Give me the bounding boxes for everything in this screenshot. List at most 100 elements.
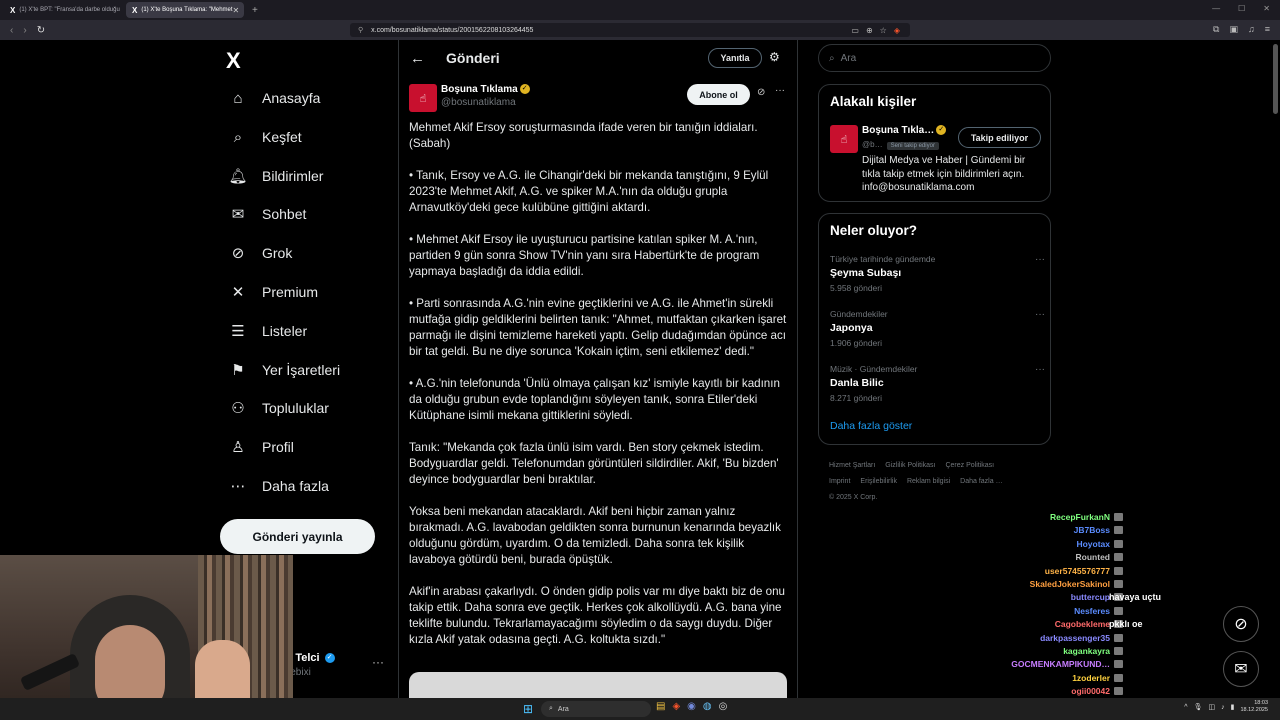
- footer-link[interactable]: © 2025 X Corp.: [829, 494, 877, 501]
- back-arrow-icon[interactable]: ←: [410, 50, 425, 67]
- account-more-icon[interactable]: ···: [372, 655, 384, 669]
- brave-shield-icon[interactable]: ◈: [894, 26, 900, 35]
- grok-icon[interactable]: ⊘: [757, 87, 765, 98]
- obs-icon[interactable]: ◎: [719, 701, 728, 712]
- post-button[interactable]: Gönderi yayınla: [220, 519, 375, 554]
- toolbar-right: ⧉ ▣ ♫ ≡: [1213, 24, 1270, 35]
- footer-link[interactable]: Erişilebilirlik: [860, 478, 897, 485]
- volume-icon[interactable]: ♪: [1221, 704, 1225, 711]
- brave-icon[interactable]: ◈: [672, 701, 680, 712]
- nav-item-grok[interactable]: ⊘ Grok: [228, 243, 293, 263]
- clock-date: 18.12.2025: [1240, 707, 1268, 713]
- network-icon[interactable]: ◫: [1208, 703, 1215, 711]
- nav-item-sohbet[interactable]: ✉ Sohbet: [228, 204, 307, 224]
- footer-link[interactable]: Daha fazla …: [960, 478, 1002, 485]
- browser-tab-active[interactable]: X (1) X'te Boşuna Tıklama: "Mehmet ✕: [126, 2, 244, 18]
- nav-item-profil[interactable]: ♙ Profil: [228, 437, 294, 457]
- clock[interactable]: 18:03 18.12.2025: [1240, 700, 1268, 714]
- address-bar[interactable]: ⚲ x.com/bosunatiklama/status/20015622081…: [350, 23, 910, 37]
- taskbar-apps: ▤ ◈ ◉ ◍ ◎: [656, 701, 727, 712]
- follows-you-badge: Seni takip ediyor: [886, 142, 939, 150]
- scrollbar[interactable]: [1273, 44, 1278, 114]
- nav-item-topluluklar[interactable]: ⚇ Topluluklar: [228, 398, 329, 418]
- search-icon: ⌕: [549, 705, 553, 712]
- reader-icon[interactable]: ▭: [851, 26, 859, 35]
- reload-icon[interactable]: ↻: [37, 25, 45, 36]
- x-logo-icon[interactable]: X: [226, 48, 241, 74]
- trend-item[interactable]: Türkiye tarihinde gündemde Şeyma Subaşı 5.…: [830, 254, 1045, 293]
- nav-item-label: Daha fazla: [262, 478, 329, 494]
- star-icon[interactable]: ☆: [880, 26, 887, 35]
- new-tab-icon[interactable]: +: [252, 5, 258, 16]
- nav-item-listeler[interactable]: ☰ Listeler: [228, 321, 307, 341]
- nav-item-daha-fazla[interactable]: ⋯ Daha fazla: [228, 476, 329, 496]
- chat-username: Cagobekleme: [1054, 619, 1110, 630]
- nav-item-keşfet[interactable]: ⌕ Keşfet: [228, 127, 302, 147]
- browser-tab[interactable]: X (1) X'te BPT: "Fransa'da darbe olduğu: [4, 2, 122, 18]
- extensions-icon[interactable]: ⧉: [1213, 24, 1219, 35]
- author-handle[interactable]: @bosunatiklama: [441, 97, 516, 108]
- more-icon[interactable]: ···: [1035, 309, 1045, 320]
- nav-item-label: Grok: [262, 245, 293, 261]
- search-input[interactable]: ⌕ Ara: [818, 44, 1051, 72]
- nav-item-yer-i̇şaretleri[interactable]: ⚑ Yer İşaretleri: [228, 360, 340, 380]
- mic-icon[interactable]: 🎙︎: [1194, 703, 1203, 711]
- avatar[interactable]: ☝: [830, 125, 858, 153]
- settings-sliders-icon[interactable]: ⚙: [769, 50, 780, 64]
- music-icon[interactable]: ♫: [1248, 24, 1255, 35]
- footer-link[interactable]: Imprint: [829, 478, 850, 485]
- footer-link[interactable]: Reklam bilgisi: [907, 478, 950, 485]
- post-paragraph: • A.G.'nin telefonunda 'Ünlü olmaya çalı…: [409, 377, 780, 422]
- show-more-link[interactable]: Daha fazla göster: [830, 420, 912, 432]
- browser-toolbar: ‹ › ↻ ⚲ x.com/bosunatiklama/status/20015…: [0, 20, 1280, 40]
- footer-link[interactable]: Çerez Politikası: [945, 462, 994, 469]
- list-icon: ☰: [231, 323, 245, 340]
- nav-item-premium[interactable]: ✕ Premium: [228, 282, 318, 302]
- close-window-icon[interactable]: ✕: [1263, 4, 1270, 13]
- more-icon[interactable]: ···: [1035, 254, 1045, 265]
- trend-category: Türkiye tarihinde gündemde: [830, 254, 936, 264]
- footer-link[interactable]: Hizmet Şartları: [829, 462, 875, 469]
- more-icon[interactable]: ···: [775, 85, 785, 96]
- battery-icon[interactable]: ▮: [1231, 703, 1235, 711]
- taskbar-search[interactable]: ⌕ Ara: [541, 701, 651, 717]
- site-info-icon[interactable]: ⚲: [358, 26, 363, 34]
- following-button[interactable]: Takip ediliyor: [958, 127, 1041, 148]
- grok-fab-icon[interactable]: ⊘: [1223, 606, 1259, 642]
- back-icon[interactable]: ‹: [10, 25, 13, 36]
- forward-icon[interactable]: ›: [23, 25, 26, 36]
- author-name[interactable]: Boşuna Tıklama ✓: [441, 84, 530, 95]
- minimize-icon[interactable]: —: [1212, 4, 1220, 13]
- account-name[interactable]: r Telci ✓: [288, 652, 335, 664]
- trend-count: 8.271 gönderi: [830, 393, 882, 403]
- reply-button[interactable]: Yanıtla: [708, 48, 762, 68]
- nav-item-label: Topluluklar: [262, 400, 329, 416]
- menu-icon[interactable]: ≡: [1265, 24, 1270, 35]
- communities-icon: ⚇: [231, 400, 245, 417]
- post-paragraph: Akif'in arabası çakarlıydı. O önden gidi…: [409, 585, 785, 646]
- related-name[interactable]: Boşuna Tıkla… ✓: [862, 125, 947, 136]
- nav-item-bildirimler[interactable]: 🔔︎ Bildirimler: [228, 166, 323, 186]
- chat-username: darkpassenger35: [1040, 632, 1110, 643]
- close-icon[interactable]: ✕: [233, 6, 240, 15]
- tray-chevron-icon[interactable]: ^: [1184, 704, 1187, 711]
- footer-link[interactable]: Gizlilik Politikası: [885, 462, 935, 469]
- windows-start-icon[interactable]: ⊞: [523, 702, 533, 716]
- subscribe-button[interactable]: Abone ol: [687, 84, 750, 105]
- trend-category: Gündemdekiler: [830, 309, 888, 319]
- more-icon[interactable]: ···: [1035, 364, 1045, 375]
- wallet-icon[interactable]: ▣: [1229, 24, 1238, 35]
- steam-icon[interactable]: ◍: [703, 701, 712, 712]
- explorer-icon[interactable]: ▤: [656, 701, 665, 712]
- messages-fab-icon[interactable]: ✉: [1223, 651, 1259, 687]
- zoom-icon[interactable]: ⊕: [866, 26, 873, 35]
- trend-item[interactable]: Müzik · Gündemdekiler Danla Bilic 8.271 gö…: [830, 364, 1045, 403]
- maximize-icon[interactable]: ☐: [1238, 4, 1245, 13]
- nav-item-anasayfa[interactable]: ⌂ Anasayfa: [228, 88, 320, 108]
- discord-icon[interactable]: ◉: [687, 701, 696, 712]
- chat-username: kagankayra: [1063, 646, 1110, 656]
- chat-badge-icon: [1114, 566, 1123, 575]
- avatar[interactable]: ☝: [409, 84, 437, 112]
- window-controls: — ☐ ✕: [1212, 4, 1270, 13]
- trend-item[interactable]: Gündemdekiler Japonya 1.906 gönderi ···: [830, 309, 1045, 348]
